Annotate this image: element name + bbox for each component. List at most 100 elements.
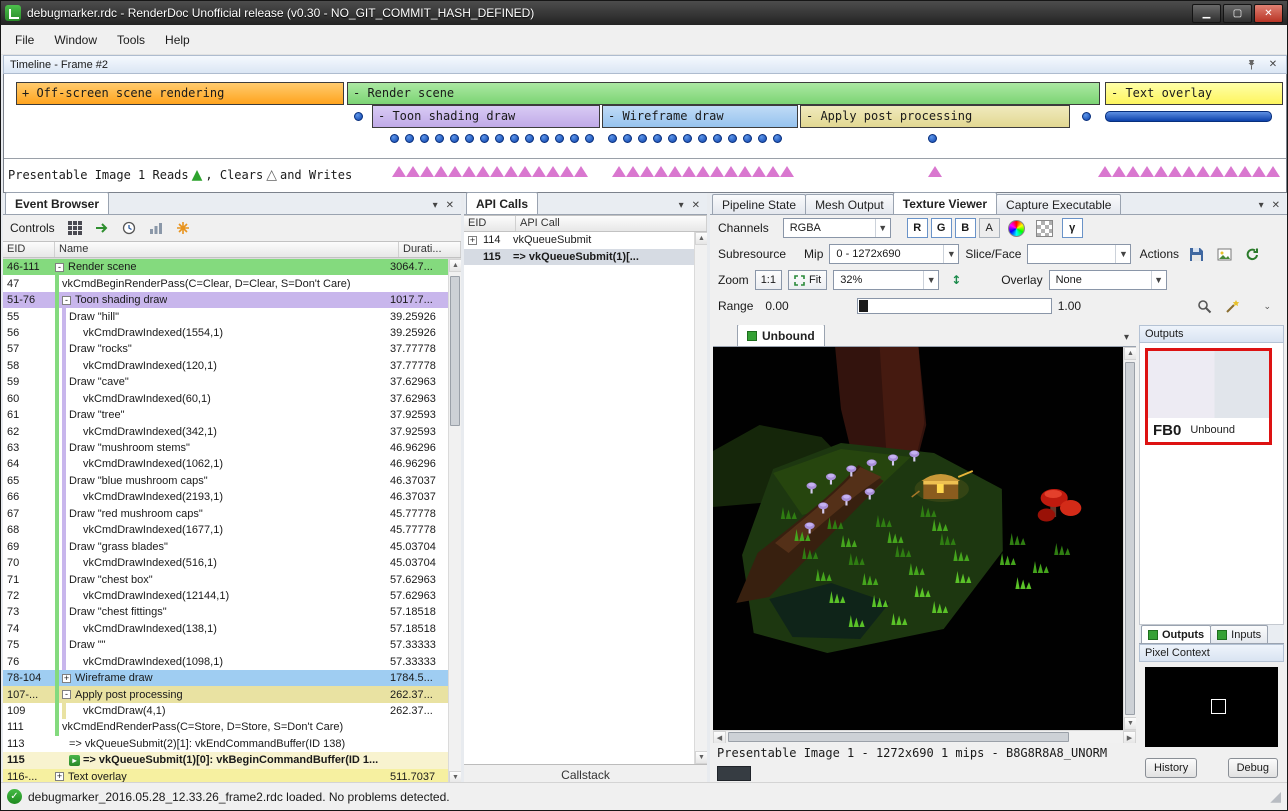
flip-vertical-icon[interactable]: ↕ [945,270,967,290]
expand-toggle[interactable]: - [55,263,64,272]
export-image-icon[interactable] [1213,244,1235,264]
event-row[interactable]: 109vkCmdDraw(4,1)262.37... [3,703,448,719]
event-row[interactable]: 60vkCmdDrawIndexed(60,1)37.62963 [3,391,448,407]
gamma-button[interactable]: γ [1062,218,1083,238]
draw-marker-dot[interactable] [435,134,444,143]
draw-marker-dot[interactable] [480,134,489,143]
close-icon[interactable]: ✕ [446,200,454,211]
tab-outputs[interactable]: Outputs [1141,625,1211,643]
scroll-up-icon[interactable]: ▲ [449,259,461,272]
draw-marker-dot[interactable] [420,134,429,143]
event-row[interactable]: 67Draw "red mushroom caps"45.77778 [3,506,448,522]
write-marker-triangle[interactable] [448,166,462,177]
tab-inputs[interactable]: Inputs [1210,625,1268,643]
timeline-block-render-scene[interactable]: - Render scene [347,82,1100,105]
menu-item-file[interactable]: File [5,28,44,52]
event-row[interactable]: 46-111-Render scene3064.7... [3,259,448,275]
texture-viewport[interactable] [713,347,1123,730]
draw-marker-dot[interactable] [698,134,707,143]
write-marker-triangle[interactable] [518,166,532,177]
event-row[interactable]: 47vkCmdBeginRenderPass(C=Clear, D=Clear,… [3,275,448,291]
write-marker-triangle[interactable] [462,166,476,177]
event-row[interactable]: 70vkCmdDrawIndexed(516,1)45.03704 [3,555,448,571]
scroll-down-icon[interactable]: ▼ [1124,717,1136,730]
write-marker-triangle[interactable] [1140,166,1154,177]
write-marker-triangle[interactable] [1098,166,1112,177]
write-marker-triangle[interactable] [392,166,406,177]
write-marker-triangle[interactable] [1112,166,1126,177]
event-row[interactable]: 71Draw "chest box"57.62963 [3,571,448,587]
draw-marker-dot[interactable] [1082,112,1091,121]
timeline-panel-header[interactable]: Timeline - Frame #2 ✕ [3,55,1287,74]
timeline-body[interactable]: Presentable Image 1 Reads ▲ , Clears △ a… [3,74,1287,193]
channel-g-button[interactable]: G [931,218,952,238]
refresh-icon[interactable] [1241,244,1263,264]
timeline-block-toon[interactable]: - Toon shading draw [372,105,600,128]
fit-button[interactable]: Fit [788,270,827,290]
expand-toggle[interactable]: - [62,690,71,699]
close-icon[interactable]: ✕ [1266,58,1280,72]
expand-toggle[interactable]: + [468,236,477,245]
autofit-wand-icon[interactable] [1221,296,1243,316]
scroll-up-icon[interactable]: ▲ [695,232,707,245]
minimize-button[interactable]: ▁ [1192,4,1221,23]
jump-to-eid-icon[interactable] [93,219,111,237]
draw-marker-dot[interactable] [758,134,767,143]
write-marker-triangle[interactable] [1266,166,1280,177]
event-row[interactable]: 74vkCmdDrawIndexed(138,1)57.18518 [3,621,448,637]
column-name[interactable]: Name [55,242,399,257]
pixel-context-view[interactable] [1139,662,1284,752]
draw-marker-dot[interactable] [668,134,677,143]
draw-marker-dot[interactable] [638,134,647,143]
api-calls-column-header[interactable]: EID API Call [464,215,707,232]
event-row[interactable]: 73Draw "chest fittings"57.18518 [3,604,448,620]
chevron-down-icon[interactable]: ▾ [1124,332,1129,343]
write-marker-triangle[interactable] [1126,166,1140,177]
draw-marker-dot[interactable] [450,134,459,143]
range-slider[interactable] [857,298,1052,314]
api-calls-scrollbar[interactable]: ▲ ▼ [694,232,707,764]
channel-r-button[interactable]: R [907,218,928,238]
draw-marker-dot[interactable] [405,134,414,143]
event-row[interactable]: 113=> vkQueueSubmit(2)[1]: vkEndCommandB… [3,736,448,752]
maximize-button[interactable]: ▢ [1223,4,1252,23]
sliceface-dropdown[interactable]: ▼ [1027,244,1131,264]
text-overlay-draw-bar[interactable] [1105,111,1272,122]
draw-marker-dot[interactable] [540,134,549,143]
pin-icon[interactable] [1244,58,1258,72]
menu-item-window[interactable]: Window [44,28,107,52]
callstack-section[interactable]: Callstack [464,764,707,784]
draw-marker-dot[interactable] [510,134,519,143]
write-marker-triangle[interactable] [654,166,668,177]
checkerboard-icon[interactable] [1034,218,1056,238]
framebuffer-thumbnail-fb0[interactable]: FB0 Unbound [1145,348,1272,445]
write-marker-triangle[interactable] [420,166,434,177]
draw-marker-dot[interactable] [465,134,474,143]
write-marker-triangle[interactable] [738,166,752,177]
api-call-row-selected[interactable]: 115 => vkQueueSubmit(1)[... [464,249,694,266]
draw-marker-dot[interactable] [525,134,534,143]
zoom-1to1-button[interactable]: 1:1 [755,270,782,290]
write-marker-triangle[interactable] [476,166,490,177]
write-marker-triangle[interactable] [696,166,710,177]
channel-a-button[interactable]: A [979,218,1000,238]
tab-pipeline-state[interactable]: Pipeline State [712,194,806,214]
write-marker-triangle[interactable] [1196,166,1210,177]
event-row[interactable]: 111vkCmdEndRenderPass(C=Store, D=Store, … [3,719,448,735]
draw-marker-dot[interactable] [683,134,692,143]
tab-mesh-output[interactable]: Mesh Output [805,194,894,214]
mip-dropdown[interactable]: 0 - 1272x690▼ [829,244,959,264]
event-row[interactable]: 59Draw "cave"37.62963 [3,374,448,390]
draw-marker-dot[interactable] [773,134,782,143]
event-row[interactable]: 57Draw "rocks"37.77778 [3,341,448,357]
expand-toggle[interactable]: + [62,674,71,683]
draw-marker-dot[interactable] [653,134,662,143]
filter-icon[interactable] [66,219,84,237]
draw-marker-dot[interactable] [608,134,617,143]
event-row[interactable]: 78-104+Wireframe draw1784.5... [3,670,448,686]
time-durations-icon[interactable] [120,219,138,237]
tab-unbound-texture[interactable]: Unbound [737,325,825,346]
timeline-block-post[interactable]: - Apply post processing [800,105,1070,128]
event-browser-scrollbar[interactable]: ▲ ▼ [448,259,461,784]
column-api-call[interactable]: API Call [516,216,707,231]
